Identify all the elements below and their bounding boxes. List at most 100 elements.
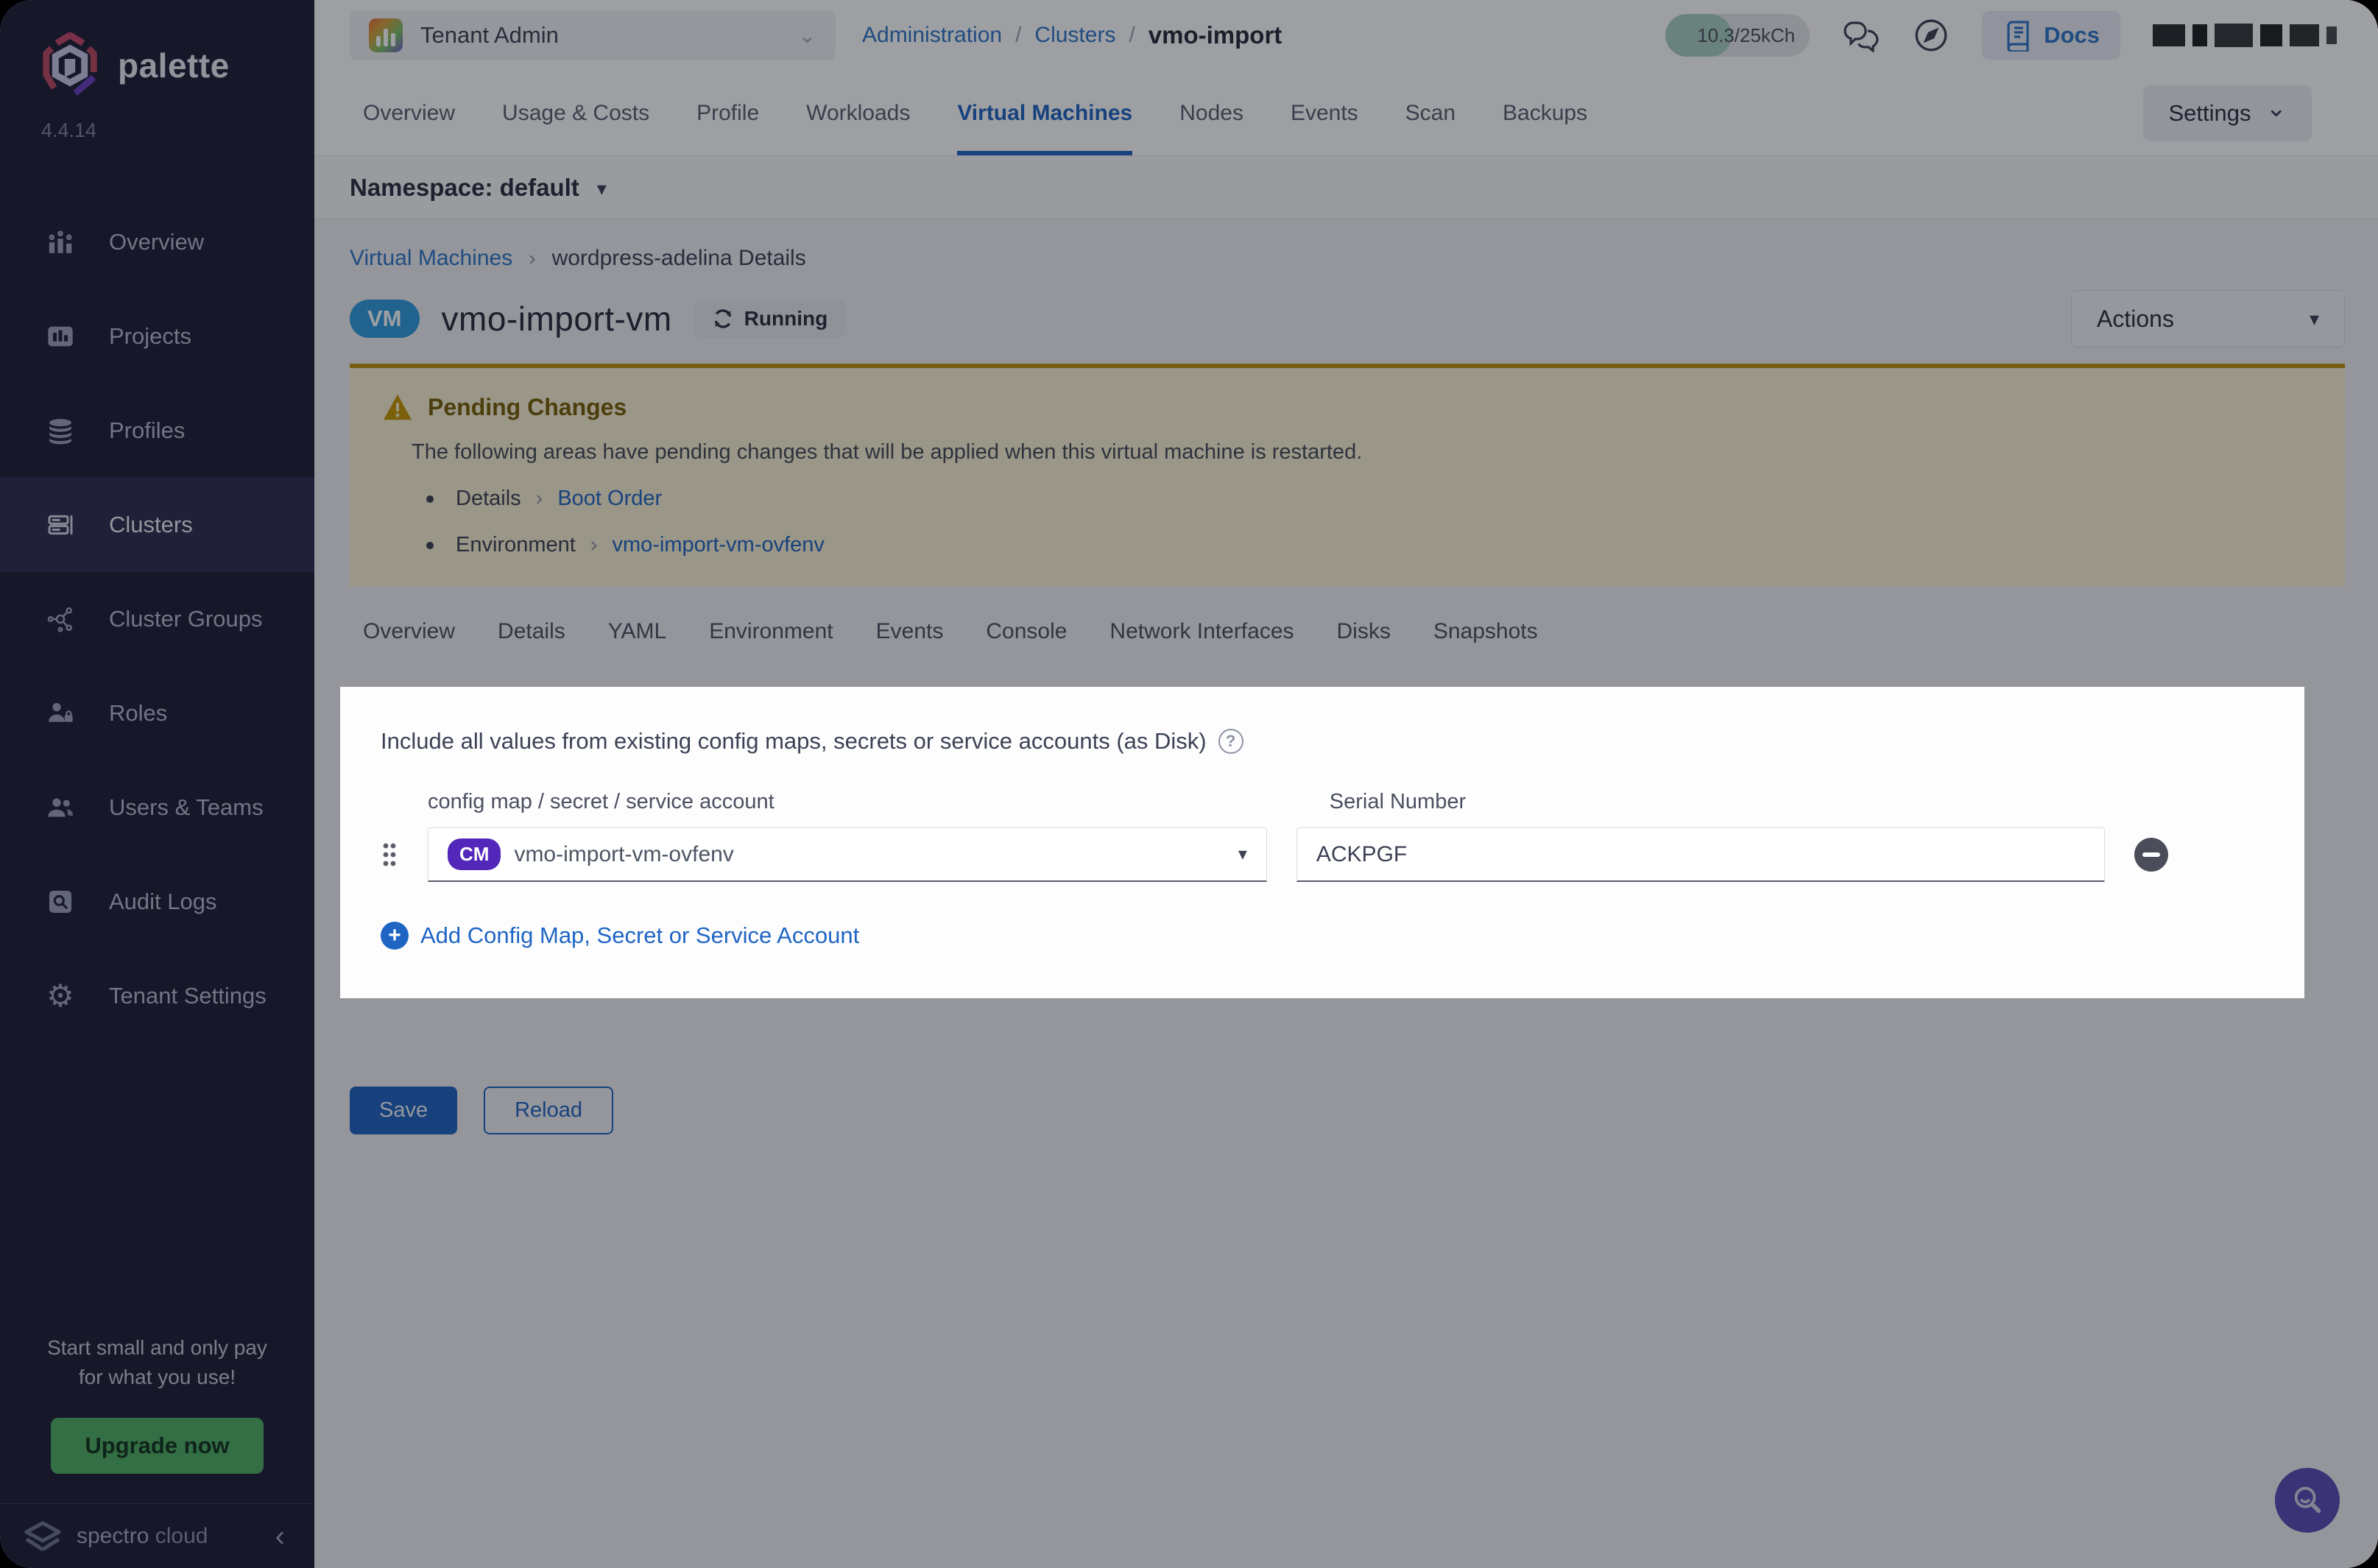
actions-dropdown[interactable]: Actions ▾ xyxy=(2071,290,2345,347)
environment-panel-title-row: Include all values from existing config … xyxy=(381,728,2264,755)
tenant-scope-select[interactable]: Tenant Admin ⌄ xyxy=(350,10,836,60)
drag-handle-icon[interactable] xyxy=(381,840,398,869)
namespace-select[interactable]: Namespace: default xyxy=(350,174,579,202)
tab-profile[interactable]: Profile xyxy=(696,71,759,155)
configmap-select[interactable]: CM vmo-import-vm-ovfenv ▾ xyxy=(428,827,1267,882)
audit-logs-icon xyxy=(41,887,80,917)
configmap-field-label: config map / secret / service account xyxy=(428,790,775,813)
roles-icon xyxy=(41,699,80,728)
vm-tab-environment[interactable]: Environment xyxy=(709,619,833,666)
vm-tab-network-interfaces[interactable]: Network Interfaces xyxy=(1109,619,1294,666)
brand-name: palette xyxy=(118,46,230,85)
tab-usage-costs[interactable]: Usage & Costs xyxy=(502,71,649,155)
sidebar-collapse-icon[interactable]: ‹ xyxy=(275,1522,285,1551)
sidebar-footer: spectro cloud ‹ xyxy=(0,1503,314,1568)
upsell-line1: Start small and only pay xyxy=(47,1335,267,1359)
save-button[interactable]: Save xyxy=(350,1087,458,1134)
sidebar-item-label: Profiles xyxy=(109,417,186,443)
remove-row-button[interactable] xyxy=(2134,838,2168,872)
caret-down-icon[interactable]: ▾ xyxy=(597,177,607,200)
vm-tab-snapshots[interactable]: Snapshots xyxy=(1433,619,1538,666)
docs-label: Docs xyxy=(2044,22,2100,48)
warning-icon xyxy=(382,393,413,421)
sidebar-item-clusters[interactable]: Clusters xyxy=(0,478,314,572)
sidebar-item-label: Roles xyxy=(109,700,168,726)
vm-tab-details[interactable]: Details xyxy=(498,619,565,666)
tab-overview[interactable]: Overview xyxy=(363,71,455,155)
bullet-icon xyxy=(426,495,434,503)
vm-breadcrumb-current: wordpress-adelina Details xyxy=(551,246,806,270)
pending-link-boot-order[interactable]: Boot Order xyxy=(557,487,662,511)
app-window: palette 4.4.14 Overview Projects Profile… xyxy=(0,0,2378,1568)
tab-events[interactable]: Events xyxy=(1291,71,1358,155)
usage-meter-text: 10.3/25kCh xyxy=(1697,24,1796,46)
vm-breadcrumb-parent-link[interactable]: Virtual Machines xyxy=(350,246,512,271)
sidebar-item-tenant-settings[interactable]: ⚙ Tenant Settings xyxy=(0,949,314,1043)
vm-tab-disks[interactable]: Disks xyxy=(1337,619,1391,666)
sidebar-item-label: Users & Teams xyxy=(109,794,264,820)
breadcrumb-link-administration[interactable]: Administration xyxy=(862,23,1002,48)
sidebar-item-cluster-groups[interactable]: Cluster Groups xyxy=(0,572,314,666)
sidebar-item-projects[interactable]: Projects xyxy=(0,289,314,384)
sidebar-item-label: Overview xyxy=(109,229,205,255)
chevron-right-icon: › xyxy=(535,487,543,510)
bullet-icon xyxy=(426,541,434,549)
vm-tab-overview[interactable]: Overview xyxy=(363,619,455,666)
palette-logo-icon xyxy=(38,32,102,99)
tab-backups[interactable]: Backups xyxy=(1503,71,1587,155)
tab-scan[interactable]: Scan xyxy=(1405,71,1456,155)
docs-button[interactable]: Docs xyxy=(1982,11,2120,60)
reload-button[interactable]: Reload xyxy=(484,1087,614,1134)
compass-icon[interactable] xyxy=(1913,17,1950,54)
breadcrumb-separator: / xyxy=(1129,23,1135,47)
caret-down-icon: ▾ xyxy=(1238,844,1247,864)
vm-tab-console[interactable]: Console xyxy=(986,619,1067,666)
sidebar: palette 4.4.14 Overview Projects Profile… xyxy=(0,0,314,1568)
app-version: 4.4.14 xyxy=(41,119,97,141)
panel-title-text: Include all values from existing config … xyxy=(381,728,1207,754)
resource-center-launcher-button[interactable] xyxy=(2275,1468,2340,1533)
topbar-right: 10.3/25kCh Docs xyxy=(1665,11,2337,60)
cluster-groups-icon xyxy=(41,604,80,634)
caret-down-icon: ▾ xyxy=(2309,307,2319,330)
vm-tab-events[interactable]: Events xyxy=(876,619,944,666)
sidebar-item-label: Cluster Groups xyxy=(109,606,263,632)
gear-icon: ⚙ xyxy=(46,978,74,1013)
tenant-scope-label: Tenant Admin xyxy=(420,22,559,48)
sidebar-item-label: Audit Logs xyxy=(109,889,217,914)
pending-changes-alert: Pending Changes The following areas have… xyxy=(350,364,2345,587)
add-configmap-link[interactable]: + Add Config Map, Secret or Service Acco… xyxy=(381,922,2264,950)
serial-number-input[interactable] xyxy=(1296,827,2105,882)
settings-button[interactable]: Settings ⌄ xyxy=(2143,85,2312,141)
tenant-scope-icon xyxy=(369,18,403,52)
tab-virtual-machines[interactable]: Virtual Machines xyxy=(957,71,1133,155)
upgrade-now-button[interactable]: Upgrade now xyxy=(51,1418,264,1474)
serial-number-field-label: Serial Number xyxy=(1329,790,1467,813)
chat-icon[interactable] xyxy=(1842,18,1880,52)
sidebar-item-label: Clusters xyxy=(109,512,193,537)
tab-nodes[interactable]: Nodes xyxy=(1179,71,1243,155)
sidebar-item-overview[interactable]: Overview xyxy=(0,195,314,289)
cluster-tabs: Overview Usage & Costs Profile Workloads… xyxy=(363,71,1587,155)
breadcrumb-link-clusters[interactable]: Clusters xyxy=(1034,23,1115,48)
cluster-tabs-bar: Overview Usage & Costs Profile Workloads… xyxy=(314,71,2378,156)
sidebar-item-roles[interactable]: Roles xyxy=(0,666,314,760)
profiles-icon xyxy=(41,416,80,445)
overview-icon xyxy=(41,227,80,257)
tab-workloads[interactable]: Workloads xyxy=(806,71,910,155)
sidebar-item-users-teams[interactable]: Users & Teams xyxy=(0,760,314,855)
vm-tab-yaml[interactable]: YAML xyxy=(608,619,666,666)
actions-label: Actions xyxy=(2097,305,2174,332)
namespace-bar: Namespace: default ▾ xyxy=(314,156,2378,219)
sidebar-item-profiles[interactable]: Profiles xyxy=(0,384,314,478)
pending-link-ovfenv[interactable]: vmo-import-vm-ovfenv xyxy=(612,533,824,557)
pending-area: Environment xyxy=(456,533,576,557)
spectro-cloud-wordmark: spectro cloud xyxy=(77,1524,208,1549)
breadcrumb: Administration / Clusters / vmo-import xyxy=(862,21,1282,49)
cloud-word: cloud xyxy=(155,1523,208,1548)
upsell-line2: for what you use! xyxy=(78,1366,236,1389)
refresh-icon xyxy=(712,308,734,330)
sidebar-item-audit-logs[interactable]: Audit Logs xyxy=(0,855,314,949)
help-icon[interactable]: ? xyxy=(1218,729,1243,754)
page-title: vmo-import-vm xyxy=(441,300,672,338)
